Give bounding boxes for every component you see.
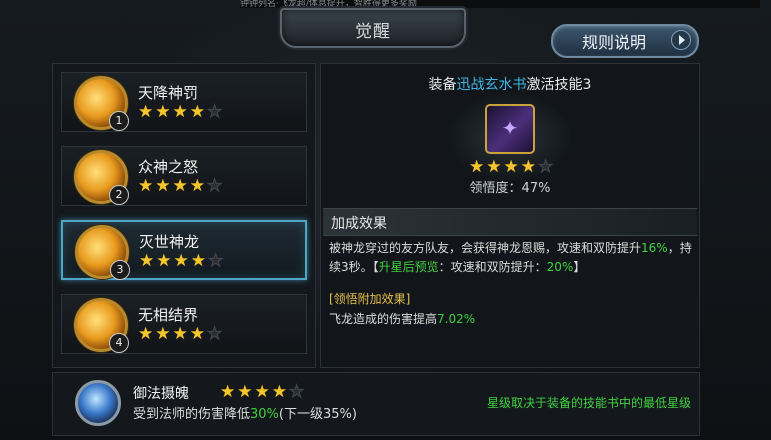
star-empty-icon: ★	[288, 382, 305, 402]
extra-value: 7.02%	[437, 312, 476, 326]
skill-book-icon[interactable]: ✦	[485, 104, 535, 154]
star-empty-icon: ★	[206, 324, 223, 344]
star-filled-icon: ★	[155, 102, 171, 122]
bonus-text-1: 被神龙穿过的友方队友，会获得神龙恩赐，攻速和双防提升	[329, 241, 642, 255]
skill-name: 灭世神龙	[139, 233, 200, 251]
star-empty-icon: ★	[537, 157, 554, 177]
skill-stars: ★ ★ ★ ★ ★	[139, 251, 224, 271]
title-plate: 觉醒	[280, 8, 466, 48]
preview-text: ：攻速和双防提升：	[438, 260, 547, 274]
passive-bar: 御法摄魄 ★ ★ ★ ★ ★ 受到法师的伤害降低30%(下一级35%) 星级取决于装备的…	[52, 372, 700, 436]
fire-orb-icon: 2	[74, 150, 129, 205]
star-filled-icon: ★	[189, 324, 205, 344]
preview-value: 20%	[546, 260, 574, 274]
top-notice-strip: 钟钟列名·飞龙超/体息提升，智胜得更多奖励	[240, 0, 760, 8]
star-filled-icon: ★	[189, 102, 205, 122]
star-filled-icon: ★	[486, 157, 502, 177]
star-empty-icon: ★	[207, 251, 224, 271]
preview-label: 升星后预览	[378, 260, 439, 274]
star-filled-icon: ★	[138, 324, 154, 344]
star-filled-icon: ★	[469, 157, 485, 177]
bonus-section-header: 加成效果	[323, 208, 697, 236]
star-level-note: 星级取决于装备的技能书中的最低星级	[486, 396, 691, 410]
skill-item-3[interactable]: 3 灭世神龙 ★ ★ ★ ★ ★	[61, 220, 307, 280]
extra-effect-title: [领悟附加效果]	[329, 292, 411, 306]
barrier-orb-icon: 4	[74, 298, 129, 353]
star-filled-icon: ★	[155, 324, 171, 344]
star-filled-icon: ★	[237, 382, 253, 402]
star-filled-icon: ★	[155, 176, 171, 196]
star-filled-icon: ★	[172, 102, 188, 122]
passive-desc-prefix: 受到法师的伤害降低	[133, 407, 251, 422]
equip-suffix: 激活技能3	[526, 77, 592, 93]
comprehension-value: 领悟度：47%	[469, 181, 551, 196]
bonus-description: 被神龙穿过的友方队友，会获得神龙恩赐，攻速和双防提升16%，持续3秒。【升星后预…	[329, 239, 693, 277]
star-filled-icon: ★	[220, 382, 236, 402]
passive-desc-value: 30%	[250, 407, 279, 422]
fire-orb-icon: 1	[74, 76, 129, 131]
skill-index-badge: 4	[109, 333, 129, 353]
star-filled-icon: ★	[189, 176, 205, 196]
equip-book-link[interactable]: 迅战玄水书	[457, 77, 527, 93]
bonus-header: 加成效果	[331, 216, 387, 232]
star-filled-icon: ★	[520, 157, 536, 177]
page-title: 觉醒	[355, 22, 391, 42]
skill-stars: ★ ★ ★ ★ ★	[138, 176, 223, 196]
skill-name: 天降神罚	[138, 84, 199, 102]
skill-name: 众神之怒	[138, 158, 199, 176]
skill-index-badge: 2	[109, 185, 129, 205]
skill-list: 1 天降神罚 ★ ★ ★ ★ ★ 2 众神之怒 ★ ★ ★ ★ ★ 3 灭世神龙 ★ ★ ★ ★ ★ 4…	[52, 63, 316, 368]
rules-button[interactable]: 规则说明	[551, 24, 699, 58]
passive-desc-suffix: (下一级35%)	[278, 407, 357, 422]
book-stars: ★ ★ ★ ★ ★	[469, 157, 554, 177]
book-rune-icon: ✦	[501, 116, 519, 140]
rules-button-label: 规则说明	[581, 33, 646, 52]
star-filled-icon: ★	[173, 251, 189, 271]
play-arrow-icon	[671, 30, 691, 50]
star-filled-icon: ★	[139, 251, 155, 271]
skill-stars: ★ ★ ★ ★ ★	[138, 324, 223, 344]
skill-index-badge: 1	[109, 111, 129, 131]
star-filled-icon: ★	[503, 157, 519, 177]
skill-item-1[interactable]: 1 天降神罚 ★ ★ ★ ★ ★	[61, 72, 307, 132]
star-filled-icon: ★	[138, 102, 154, 122]
star-empty-icon: ★	[206, 176, 223, 196]
skill-detail-panel: 装备迅战玄水书激活技能3 ✦ ★ ★ ★ ★ ★ 领悟度：47% 加成效果 被神龙穿过的…	[320, 63, 700, 368]
equip-requirement: 装备迅战玄水书激活技能3	[321, 74, 699, 94]
star-filled-icon: ★	[271, 382, 287, 402]
star-filled-icon: ★	[156, 251, 172, 271]
skill-item-4[interactable]: 4 无相结界 ★ ★ ★ ★ ★	[61, 294, 307, 354]
star-empty-icon: ★	[206, 102, 223, 122]
skill-name: 无相结界	[138, 306, 199, 324]
soul-ward-icon	[75, 380, 121, 426]
passive-description: 受到法师的伤害降低30%(下一级35%)	[133, 403, 357, 422]
bonus-value-1: 16%	[641, 241, 668, 255]
dragon-orb-icon: 3	[75, 225, 130, 280]
extra-effect: 飞龙造成的伤害提高7.02%	[329, 310, 475, 327]
star-filled-icon: ★	[254, 382, 270, 402]
star-filled-icon: ★	[138, 176, 154, 196]
equip-prefix: 装备	[428, 77, 457, 93]
skill-item-2[interactable]: 2 众神之怒 ★ ★ ★ ★ ★	[61, 146, 307, 206]
passive-name: 御法摄魄	[133, 386, 189, 402]
skill-stars: ★ ★ ★ ★ ★	[138, 102, 223, 122]
star-filled-icon: ★	[172, 324, 188, 344]
extra-text: 飞龙造成的伤害提高	[329, 312, 438, 326]
skill-index-badge: 3	[110, 260, 130, 280]
star-filled-icon: ★	[190, 251, 206, 271]
passive-stars: ★ ★ ★ ★ ★	[220, 382, 305, 402]
preview-close: 】	[573, 260, 586, 274]
star-filled-icon: ★	[172, 176, 188, 196]
